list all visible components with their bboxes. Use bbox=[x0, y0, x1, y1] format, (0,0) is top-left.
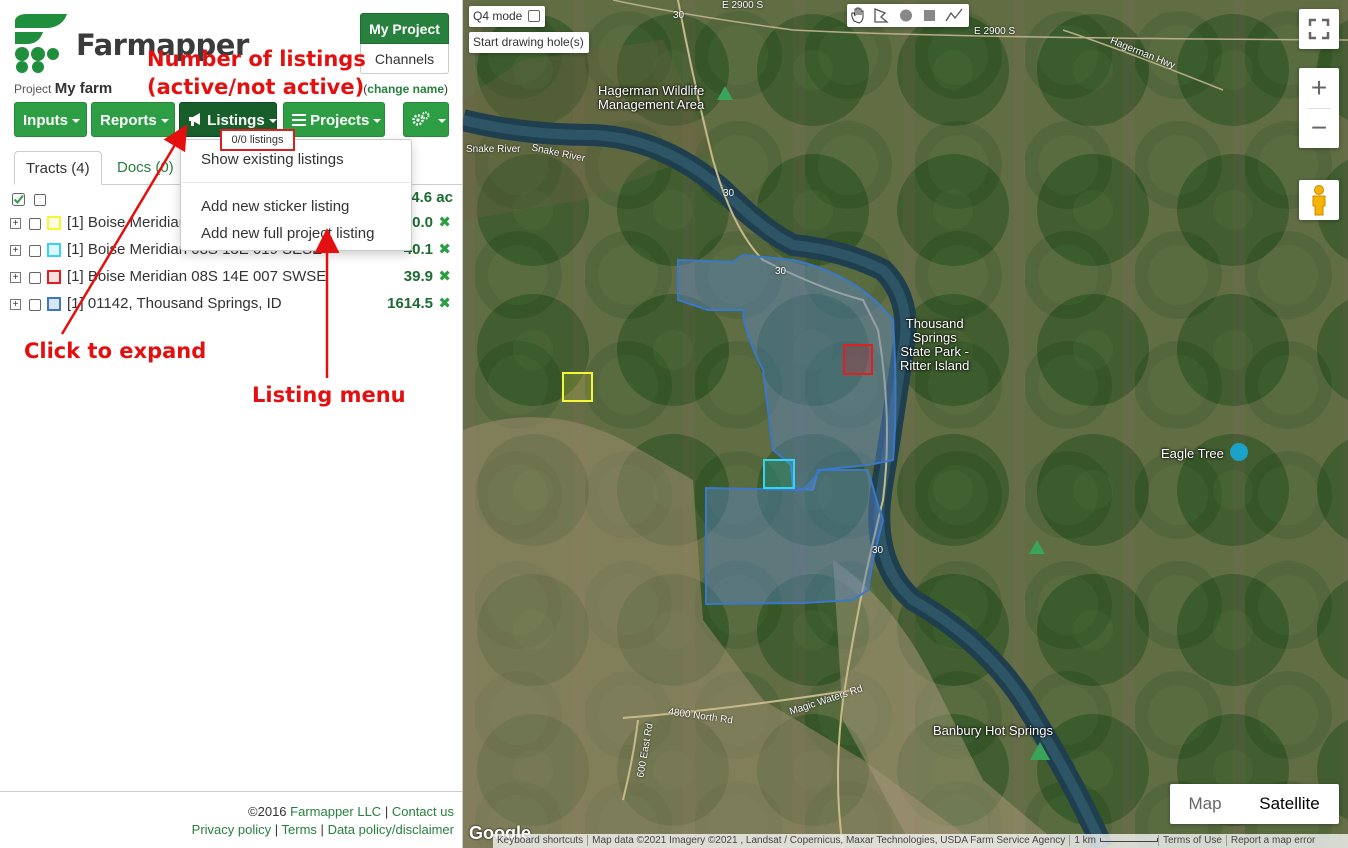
fullscreen-icon bbox=[1308, 18, 1330, 40]
drawing-toolbar bbox=[847, 4, 969, 27]
keyboard-shortcuts-link[interactable]: Keyboard shortcuts bbox=[493, 835, 587, 846]
map-attribution-bar: Keyboard shortcuts Map data ©2021 Imagery… bbox=[493, 834, 1348, 848]
hand-pan-icon[interactable] bbox=[851, 7, 864, 24]
zoom-in-button[interactable]: + bbox=[1299, 68, 1339, 108]
annotation-listing-menu: Listing menu bbox=[252, 383, 406, 407]
pegman-icon bbox=[1312, 185, 1326, 216]
map-scale[interactable]: 1 km bbox=[1069, 835, 1100, 846]
street-view-pegman-button[interactable] bbox=[1299, 180, 1339, 220]
road-label: E 2900 S bbox=[722, 0, 764, 11]
map-type-satellite-button[interactable]: Satellite bbox=[1240, 784, 1339, 824]
start-drawing-holes-button[interactable]: Start drawing hole(s) bbox=[469, 32, 589, 53]
arrow-to-listings-button bbox=[60, 124, 188, 335]
road-label: 30 bbox=[673, 10, 685, 21]
zoom-control: + − bbox=[1299, 68, 1339, 148]
report-map-error-link[interactable]: Report a map error bbox=[1225, 835, 1320, 846]
rectangle-draw-icon[interactable] bbox=[924, 10, 935, 21]
zoom-out-button[interactable]: − bbox=[1299, 108, 1339, 148]
fullscreen-button[interactable] bbox=[1299, 9, 1339, 49]
place-label: Banbury Hot Springs bbox=[933, 723, 1053, 738]
place-label: Thousand Springs State Park - Ritter Island bbox=[900, 316, 970, 373]
polyline-draw-icon[interactable] bbox=[874, 8, 889, 23]
circle-draw-icon[interactable] bbox=[900, 9, 912, 22]
q4-mode-toggle[interactable]: Q4 mode bbox=[469, 6, 545, 27]
place-label: Eagle Tree bbox=[1161, 446, 1224, 461]
scale-bar bbox=[1099, 838, 1158, 843]
road-label: 30 bbox=[872, 545, 884, 556]
road-label: Snake River bbox=[466, 144, 521, 155]
q4-mode-label: Q4 mode bbox=[473, 9, 523, 23]
parcel-08s14e007-swse[interactable] bbox=[843, 344, 873, 375]
map-data-attribution: Map data ©2021 Imagery ©2021 , Landsat /… bbox=[587, 835, 1070, 846]
q4-mode-checkbox[interactable] bbox=[528, 10, 540, 22]
place-label: Hagerman Wildlife Management Area bbox=[598, 83, 705, 112]
annotation-click-to-expand: Click to expand bbox=[24, 339, 207, 363]
road-label: 30 bbox=[775, 266, 787, 277]
annotation-number-of-listings: Number of listings (active/not active) bbox=[147, 47, 366, 99]
satellite-imagery bbox=[463, 0, 1348, 848]
road-label: E 2900 S bbox=[974, 26, 1016, 37]
annotation-arrows bbox=[60, 124, 340, 378]
parcel-08s14e006-sene[interactable] bbox=[562, 372, 593, 402]
map-type-control: Map Satellite bbox=[1170, 784, 1339, 824]
satellite-map[interactable]: Hagerman Wildlife Management Area Thousan… bbox=[463, 0, 1348, 848]
road-label: 30 bbox=[723, 188, 735, 199]
parcel-08s13e019-sese[interactable] bbox=[763, 459, 795, 489]
line-draw-icon[interactable] bbox=[945, 8, 963, 22]
parcel-01142-thousand-springs-south[interactable] bbox=[705, 469, 885, 606]
map-type-map-button[interactable]: Map bbox=[1170, 784, 1240, 824]
terms-of-use-link[interactable]: Terms of Use bbox=[1157, 835, 1226, 846]
